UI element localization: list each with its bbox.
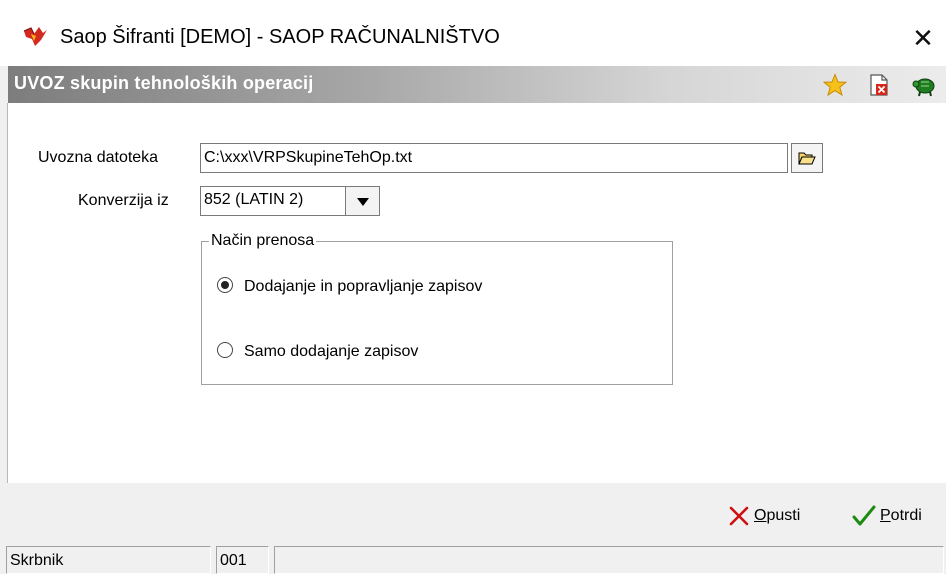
star-icon[interactable] <box>823 73 847 97</box>
transfer-mode-group <box>201 241 673 385</box>
status-user: Skrbnik <box>6 546 211 574</box>
app-logo-icon <box>23 27 47 46</box>
conversion-select[interactable]: 852 (LATIN 2) <box>200 186 380 216</box>
cancel-button[interactable]: Opusti <box>728 503 800 529</box>
radio-add-only-label[interactable]: Samo dodajanje zapisov <box>244 343 418 361</box>
radio-add-and-update[interactable] <box>217 277 233 293</box>
transfer-mode-legend: Način prenosa <box>209 232 317 250</box>
status-code: 001 <box>216 546 269 574</box>
open-folder-icon <box>798 152 816 165</box>
close-icon: ✕ <box>912 23 934 53</box>
button-bar <box>8 483 946 543</box>
cancel-button-label: Opusti <box>754 507 801 524</box>
help-turtle-icon[interactable] <box>912 73 936 97</box>
title-bar: Saop Šifranti [DEMO] - SAOP RAČUNALNIŠTV… <box>0 0 946 66</box>
confirm-button[interactable]: Potrdi <box>852 503 922 529</box>
conversion-dropdown-button[interactable] <box>346 186 380 216</box>
checkmark-icon <box>852 505 876 526</box>
import-file-input[interactable] <box>200 143 788 173</box>
chevron-down-icon <box>357 198 369 206</box>
import-file-label: Uvozna datoteka <box>38 149 159 166</box>
form-header: UVOZ skupin tehnoloških operacij <box>8 66 946 103</box>
confirm-button-label: Potrdi <box>880 507 922 524</box>
delete-document-icon[interactable] <box>867 73 891 97</box>
status-info <box>274 546 944 574</box>
conversion-value: 852 (LATIN 2) <box>200 186 346 216</box>
radio-add-and-update-label[interactable]: Dodajanje in popravljanje zapisov <box>244 278 482 296</box>
status-bar: Skrbnik 001 <box>0 543 946 574</box>
radio-add-only[interactable] <box>217 342 233 358</box>
cancel-x-icon <box>729 506 749 526</box>
browse-button[interactable] <box>791 143 823 173</box>
form-title: UVOZ skupin tehnoloških operacij <box>14 73 314 93</box>
window-title: Saop Šifranti [DEMO] - SAOP RAČUNALNIŠTV… <box>60 26 500 48</box>
conversion-label: Konverzija iz <box>78 192 169 209</box>
content-border <box>7 103 8 483</box>
close-button[interactable]: ✕ <box>900 18 946 58</box>
